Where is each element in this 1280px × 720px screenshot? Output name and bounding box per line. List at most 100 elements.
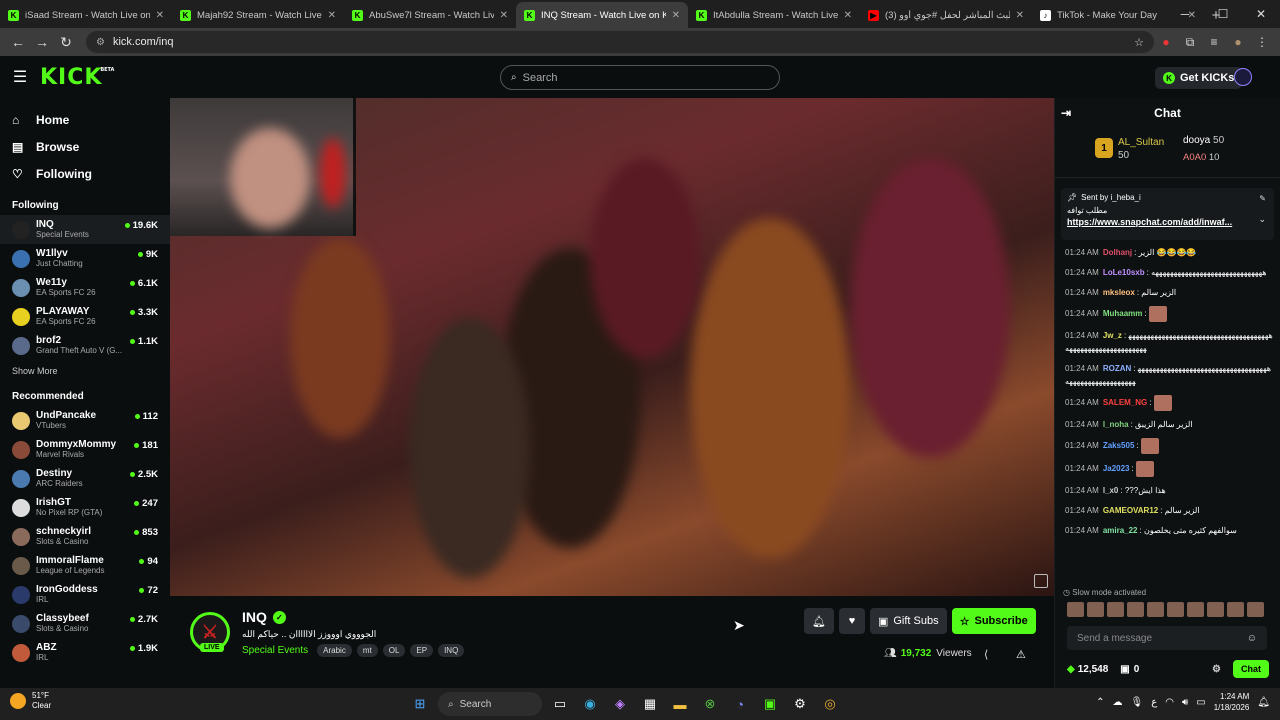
message-username[interactable]: SALEM_NG bbox=[1103, 398, 1147, 407]
forward-icon[interactable]: → bbox=[30, 30, 54, 54]
notifications-button[interactable]: 🔔︎ bbox=[804, 608, 834, 634]
sidebar-nav-following[interactable]: ♡ Following bbox=[0, 160, 170, 187]
report-icon[interactable]: ⚠ bbox=[1016, 648, 1026, 661]
settings-gear-icon[interactable]: ⚙ bbox=[1212, 664, 1221, 675]
pinned-link[interactable]: https://www.snapchat.com/add/inwaf... bbox=[1067, 217, 1268, 227]
gift-count[interactable]: 0 bbox=[1134, 664, 1140, 675]
sidebar-nav-browse[interactable]: ▤ Browse bbox=[0, 133, 170, 160]
extensions-puzzle-icon[interactable]: ⧉ bbox=[1178, 31, 1202, 53]
sidebar-channel[interactable]: PLAYAWAY EA Sports FC 26 3.3K bbox=[0, 302, 170, 331]
sidebar-channel[interactable]: INQ Special Events 19.6K bbox=[0, 215, 170, 244]
tab-close-icon[interactable]: ✕ bbox=[1016, 10, 1024, 21]
task-view-icon[interactable]: ▭ bbox=[548, 692, 572, 716]
unpin-icon[interactable]: ✎ bbox=[1259, 194, 1266, 203]
site-info-icon[interactable]: ⚙ bbox=[96, 37, 105, 48]
category-link[interactable]: Special Events bbox=[242, 645, 308, 656]
send-chat-button[interactable]: Chat bbox=[1233, 660, 1269, 678]
chrome-icon[interactable]: ◎ bbox=[818, 692, 842, 716]
sidebar-channel[interactable]: IronGoddess IRL 72 bbox=[0, 580, 170, 609]
tab-close-icon[interactable]: ✕ bbox=[328, 10, 336, 21]
follow-button[interactable]: ♥ bbox=[838, 608, 865, 634]
sidebar-channel[interactable]: W1llyv Just Chatting 9K bbox=[0, 244, 170, 273]
message-username[interactable]: Jw_z bbox=[1103, 331, 1122, 340]
windows-start-icon[interactable]: ⊞ bbox=[408, 692, 432, 716]
profile-avatar-icon[interactable]: ● bbox=[1226, 31, 1250, 53]
mic-icon[interactable]: 🎙︎ bbox=[1131, 697, 1144, 708]
kick-logo[interactable]: KICK BETA bbox=[40, 65, 114, 90]
emote-icon[interactable] bbox=[1087, 602, 1104, 617]
stream-tag[interactable]: INQ bbox=[438, 644, 465, 657]
sidebar-nav-home[interactable]: ⌂ Home bbox=[0, 106, 170, 133]
message-username[interactable]: l_noha bbox=[1103, 420, 1129, 429]
reload-icon[interactable]: ↻ bbox=[54, 30, 78, 54]
kicks-balance[interactable]: 12,548 bbox=[1078, 664, 1109, 675]
hamburger-menu-icon[interactable]: ☰ bbox=[0, 67, 40, 87]
message-username[interactable]: LoLe10sxb bbox=[1103, 268, 1145, 277]
emote-icon[interactable] bbox=[1127, 602, 1144, 617]
sidebar-channel[interactable]: Classybeef Slots & Casino 2.7K bbox=[0, 609, 170, 638]
store-icon[interactable]: ▦ bbox=[638, 692, 662, 716]
emote-icon[interactable] bbox=[1207, 602, 1224, 617]
emote-icon[interactable] bbox=[1107, 602, 1124, 617]
get-kicks-button[interactable]: K Get KICKs bbox=[1155, 67, 1243, 89]
stream-tag[interactable]: OL bbox=[382, 644, 406, 657]
search-input[interactable]: ⌕ Search bbox=[500, 65, 780, 90]
message-username[interactable]: ROZAN bbox=[1103, 364, 1131, 373]
tab-close-icon[interactable]: ✕ bbox=[156, 10, 164, 21]
volume-icon[interactable]: 🔊︎ bbox=[1182, 697, 1188, 708]
message-username[interactable]: l_x0 bbox=[1103, 486, 1119, 495]
reading-list-icon[interactable]: ≡ bbox=[1202, 31, 1226, 53]
message-username[interactable]: Zaks505 bbox=[1103, 441, 1135, 450]
sidebar-channel[interactable]: DommyxMommy Marvel Rivals 181 bbox=[0, 435, 170, 464]
steam-icon[interactable]: ⚙ bbox=[788, 692, 812, 716]
sidebar-channel[interactable]: Destiny ARC Raiders 2.5K bbox=[0, 464, 170, 493]
url-field[interactable]: ⚙ kick.com/inq ☆ bbox=[86, 31, 1154, 53]
collapse-chat-icon[interactable]: ⇥ bbox=[1061, 106, 1071, 120]
wifi-icon[interactable]: ◠ bbox=[1165, 697, 1174, 708]
emote-icon[interactable] bbox=[1247, 602, 1264, 617]
message-username[interactable]: GAMEOVAR12 bbox=[1103, 506, 1158, 515]
sidebar-channel[interactable]: brof2 Grand Theft Auto V (G... 1.1K bbox=[0, 331, 170, 360]
message-username[interactable]: Ja2023 bbox=[1103, 464, 1130, 473]
message-username[interactable]: Muhaamm bbox=[1103, 309, 1143, 318]
sidebar-channel[interactable]: ABZ IRL 1.9K bbox=[0, 638, 170, 667]
clock[interactable]: 1:24 AM 1/18/2026 bbox=[1214, 691, 1250, 713]
stream-tag[interactable]: mt bbox=[356, 644, 378, 657]
stream-tag[interactable]: EP bbox=[410, 644, 434, 657]
browser-tab[interactable]: KiSaad Stream - Watch Live on K ✕ bbox=[0, 2, 172, 28]
close-window-icon[interactable]: ✕ bbox=[1242, 0, 1280, 28]
browser-tab[interactable]: K ItAbdulla Stream - Watch Live o ✕ bbox=[688, 2, 860, 28]
tab-close-icon[interactable]: ✕ bbox=[500, 10, 508, 21]
gift-subs-button[interactable]: ▣ Gift Subs bbox=[869, 608, 947, 634]
emote-icon[interactable] bbox=[1227, 602, 1244, 617]
fullscreen-icon[interactable] bbox=[1034, 574, 1048, 588]
user-avatar[interactable] bbox=[1234, 68, 1252, 86]
keyboard-lang-icon[interactable]: ع bbox=[1151, 697, 1157, 708]
extension-icon[interactable]: ● bbox=[1154, 31, 1178, 53]
chevron-down-icon[interactable]: ⌄ bbox=[1258, 214, 1266, 225]
minimize-icon[interactable]: ─ bbox=[1166, 0, 1204, 28]
emote-icon[interactable] bbox=[1167, 602, 1184, 617]
browser-tab[interactable]: K INQ Stream - Watch Live on Ki ✕ bbox=[516, 2, 688, 28]
subscribe-button[interactable]: ☆ Subscribe bbox=[951, 608, 1036, 634]
browser-tab[interactable]: K AbuSwe7l Stream - Watch Live ✕ bbox=[344, 2, 516, 28]
sidebar-channel[interactable]: ImmoralFlame League of Legends 94 bbox=[0, 551, 170, 580]
sidebar-channel[interactable]: IrishGT No Pixel RP (GTA) 247 bbox=[0, 493, 170, 522]
gifter-second[interactable]: dooya 50 bbox=[1183, 135, 1224, 146]
sidebar-channel[interactable]: We11y EA Sports FC 26 6.1K bbox=[0, 273, 170, 302]
maximize-icon[interactable]: ☐ bbox=[1204, 0, 1242, 28]
share-icon[interactable]: ⟨ bbox=[984, 648, 988, 661]
message-username[interactable]: amira_22 bbox=[1103, 526, 1138, 535]
back-icon[interactable]: ← bbox=[6, 30, 30, 54]
emote-icon[interactable] bbox=[1187, 602, 1204, 617]
notifications-icon[interactable]: 🔔︎ bbox=[1257, 697, 1270, 708]
battery-icon[interactable]: ▭ bbox=[1196, 697, 1205, 708]
taskbar-search[interactable]: ⌕ Search bbox=[438, 692, 542, 716]
pinned-message[interactable]: 📌︎ Sent by i_heba_i مطلب توافه https://w… bbox=[1061, 188, 1274, 240]
onedrive-icon[interactable]: ☁ bbox=[1113, 697, 1123, 708]
browser-tab[interactable]: K Majah92 Stream - Watch Live o ✕ bbox=[172, 2, 344, 28]
app-icon[interactable]: ▣ bbox=[758, 692, 782, 716]
discord-icon[interactable]: ◔ bbox=[728, 692, 752, 716]
weather-widget[interactable]: 51°F Clear bbox=[10, 691, 51, 711]
browser-tab[interactable]: ▶ (3) البث المباشر لحفل #جوي أوو ✕ bbox=[860, 2, 1032, 28]
